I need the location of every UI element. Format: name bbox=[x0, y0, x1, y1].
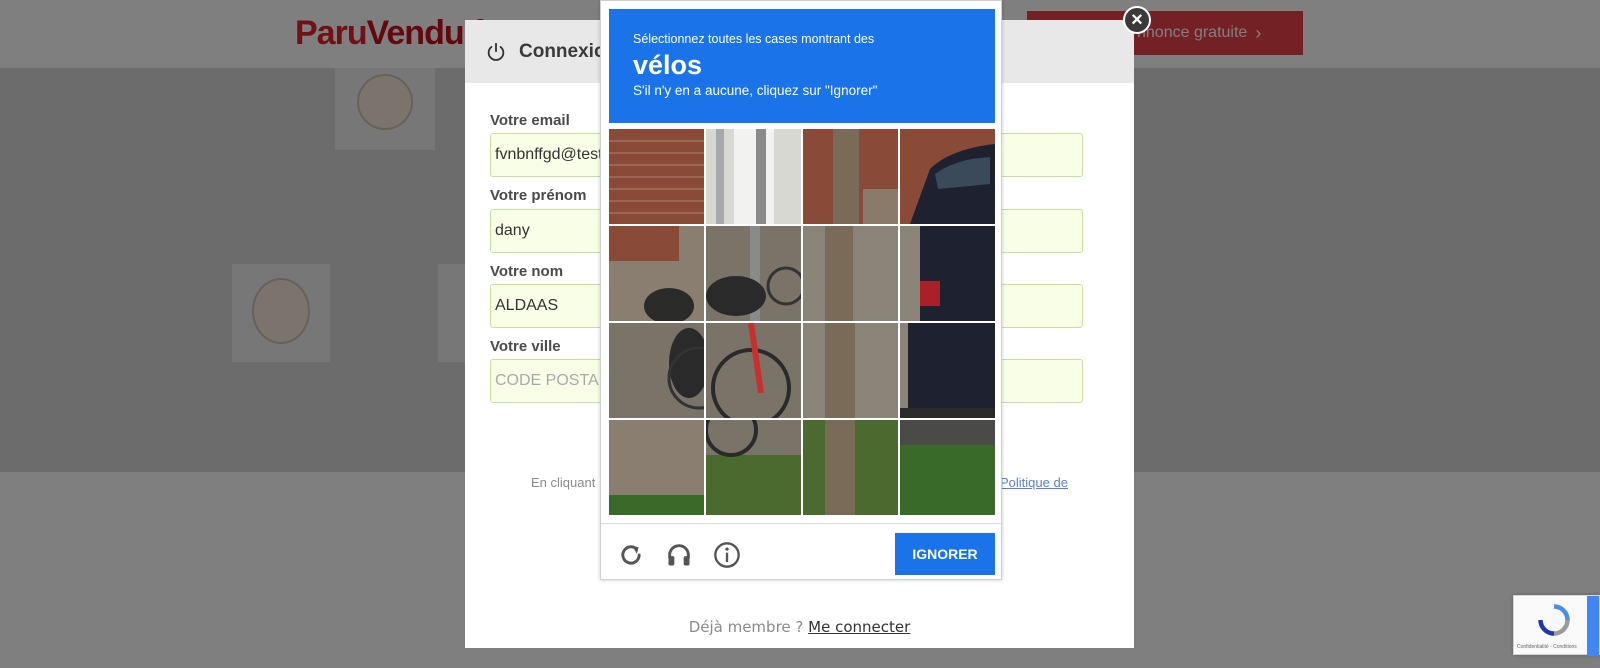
skip-button[interactable]: IGNORER bbox=[895, 533, 995, 575]
recaptcha-logo-icon bbox=[1538, 604, 1570, 636]
captcha-tile-16[interactable] bbox=[900, 420, 995, 515]
captcha-tile-13[interactable] bbox=[609, 420, 704, 515]
captcha-instruction: Sélectionnez toutes les cases montrant d… bbox=[633, 32, 875, 46]
email-label: Votre email bbox=[490, 112, 570, 129]
login-link[interactable]: Me connecter bbox=[808, 618, 910, 636]
captcha-header: Sélectionnez toutes les cases montrant d… bbox=[609, 9, 995, 123]
close-icon[interactable]: × bbox=[1123, 6, 1151, 34]
recaptcha-badge[interactable]: Confidentialité - Conditions bbox=[1513, 595, 1600, 656]
captcha-tile-12[interactable] bbox=[900, 323, 995, 418]
modal-title: Connexio bbox=[519, 40, 606, 62]
firstname-label: Votre prénom bbox=[490, 187, 587, 204]
captcha-tile-9[interactable] bbox=[609, 323, 704, 418]
info-icon[interactable] bbox=[713, 541, 741, 569]
captcha-target: vélos bbox=[633, 50, 703, 80]
city-label: Votre ville bbox=[490, 338, 561, 355]
lastname-label: Votre nom bbox=[490, 263, 564, 280]
captcha-tile-5[interactable] bbox=[609, 226, 704, 321]
captcha-divider bbox=[601, 523, 1003, 524]
captcha-tile-7[interactable] bbox=[803, 226, 898, 321]
captcha-challenge: Sélectionnez toutes les cases montrant d… bbox=[600, 0, 1003, 580]
captcha-tile-14[interactable] bbox=[706, 420, 801, 515]
captcha-tile-6[interactable] bbox=[706, 226, 801, 321]
audio-icon[interactable] bbox=[665, 541, 693, 569]
captcha-tile-2[interactable] bbox=[706, 129, 801, 224]
captcha-grid bbox=[609, 129, 995, 515]
member-prompt-text: Déjà membre ? bbox=[688, 618, 804, 636]
recaptcha-text: Confidentialité - Conditions bbox=[1517, 644, 1577, 650]
captcha-tile-10[interactable] bbox=[706, 323, 801, 418]
member-prompt: Déjà membre ? Me connecter bbox=[465, 618, 1134, 636]
power-icon bbox=[487, 42, 505, 61]
captcha-tile-11[interactable] bbox=[803, 323, 898, 418]
captcha-tile-1[interactable] bbox=[609, 129, 704, 224]
captcha-tile-3[interactable] bbox=[803, 129, 898, 224]
captcha-hint: S'il n'y en a aucune, cliquez sur "Ignor… bbox=[633, 83, 878, 98]
captcha-tile-15[interactable] bbox=[803, 420, 898, 515]
terms-text: En cliquant bbox=[531, 475, 596, 490]
captcha-tile-4[interactable] bbox=[900, 129, 995, 224]
privacy-policy-link[interactable]: Politique de bbox=[1000, 475, 1068, 490]
captcha-tile-8[interactable] bbox=[900, 226, 995, 321]
recaptcha-strip bbox=[1587, 596, 1599, 656]
reload-icon[interactable] bbox=[617, 541, 645, 569]
